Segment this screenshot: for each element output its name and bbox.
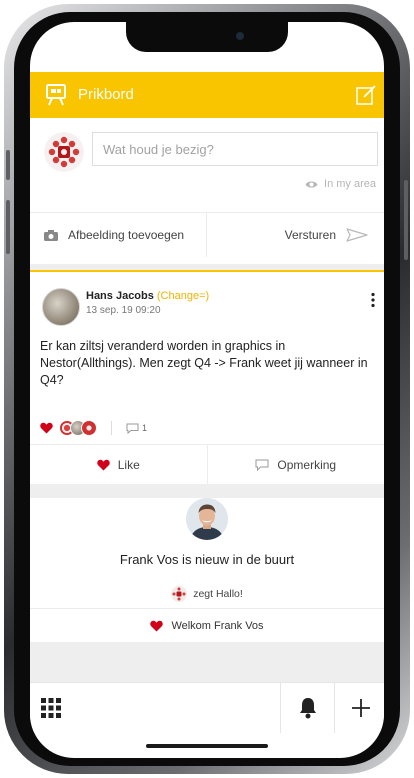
edit-icon[interactable] (356, 85, 376, 105)
divider (111, 421, 112, 435)
reactions-row[interactable]: 1 (40, 420, 147, 436)
author-avatar[interactable] (42, 288, 80, 326)
bulletin-board-icon (46, 84, 66, 106)
reactor-avatar (81, 420, 97, 436)
post-body: Er kan ziltsj veranderd worden in graphi… (40, 339, 368, 387)
welcome-button[interactable]: Welkom Frank Vos (30, 608, 384, 643)
heart-icon (150, 620, 164, 632)
page-title: Prikbord (78, 86, 134, 103)
divider (280, 683, 281, 733)
like-label: Like (117, 458, 140, 472)
new-neighbor-avatar[interactable] (186, 498, 228, 540)
post-author[interactable]: Hans Jacobs (Change=) (86, 290, 209, 302)
comment-icon (255, 459, 269, 471)
area-visibility[interactable]: In my area (305, 178, 376, 190)
comment-count[interactable]: 1 (126, 423, 147, 434)
comment-label: Opmerking (277, 458, 337, 472)
status-input[interactable] (92, 132, 378, 166)
bell-icon[interactable] (298, 697, 318, 719)
camera-icon (44, 229, 58, 241)
send-icon (346, 228, 368, 242)
bottom-tab-bar (30, 682, 384, 733)
composer: In my area Afbeelding toevoegen Versture… (30, 118, 384, 264)
hello-text: zegt Hallo! (193, 588, 243, 600)
post-actions: Like Opmerking (30, 444, 384, 485)
area-label: In my area (324, 178, 376, 190)
eye-icon (305, 181, 318, 187)
comment-count-value: 1 (142, 423, 148, 433)
screen: Prikbord Wat houd je bezig? In my area A… (30, 22, 384, 758)
welcome-label: Welkom Frank Vos (171, 620, 264, 632)
reactor-avatars (59, 420, 97, 436)
change-label[interactable]: (Change=) (157, 290, 209, 302)
post-timestamp: 13 sep. 19 09:20 (86, 305, 161, 316)
composer-actions: Afbeelding toevoegen Versturen (30, 212, 384, 257)
home-indicator (146, 744, 268, 748)
side-button (404, 180, 408, 260)
more-vertical-icon[interactable] (370, 292, 376, 308)
notch (126, 22, 288, 52)
grid-icon[interactable] (40, 697, 62, 719)
hello-row: zegt Hallo! (30, 586, 384, 602)
app-header: Prikbord (30, 72, 384, 118)
comment-button[interactable]: Opmerking (208, 445, 385, 485)
sender-avatar (171, 586, 188, 602)
side-button (6, 200, 10, 254)
send-button[interactable]: Versturen (207, 213, 385, 257)
post-card: Hans Jacobs (Change=) 13 sep. 19 09:20 Er… (30, 272, 384, 485)
comment-icon (126, 423, 139, 434)
welcome-title: Frank Vos is nieuw in de buurt (119, 552, 295, 567)
heart-icon (97, 459, 110, 471)
author-name: Hans Jacobs (86, 290, 154, 302)
camera-dot (236, 32, 244, 40)
welcome-card: Frank Vos is nieuw in de buurt zegt Hall… (30, 498, 384, 642)
my-avatar (44, 132, 84, 172)
divider (334, 683, 335, 733)
section-gap (30, 642, 384, 682)
like-button[interactable]: Like (30, 445, 208, 485)
add-image-label: Afbeelding toevoegen (68, 228, 185, 242)
send-label: Versturen (284, 228, 336, 242)
heart-icon (40, 422, 53, 434)
side-button (6, 150, 10, 180)
add-image-button[interactable]: Afbeelding toevoegen (30, 213, 207, 257)
plus-icon[interactable] (350, 697, 372, 719)
